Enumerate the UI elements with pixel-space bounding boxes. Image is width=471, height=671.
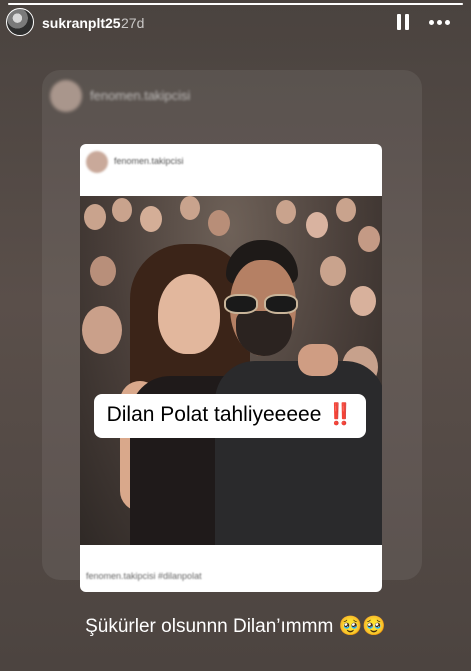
story-time: 27d <box>121 15 145 31</box>
shared-post[interactable]: fenomen.takipcisi fenomen.takipcisi #dil… <box>80 144 382 592</box>
user-avatar[interactable] <box>6 8 34 36</box>
repost-username: fenomen.takipcisi <box>90 88 191 103</box>
story-caption: Şükürler olsunnn Dilan’ımmm 🥹🥹 <box>85 616 386 637</box>
story-header: sukranplt25 27d <box>0 8 471 40</box>
overlay-text: Dilan Polat tahliyeeeee <box>106 403 322 426</box>
story-username[interactable]: sukranplt25 <box>42 15 121 31</box>
story-progress-bar <box>8 3 463 5</box>
overlay-text-banner: Dilan Polat tahliyeeeee ‼️ <box>94 394 366 438</box>
pause-icon[interactable] <box>397 14 411 32</box>
post-photo <box>80 196 382 545</box>
post-avatar <box>86 151 108 173</box>
post-header: fenomen.takipcisi <box>80 144 382 180</box>
story-progress-fill <box>8 3 463 5</box>
post-caption: fenomen.takipcisi #dilanpolat <box>86 571 202 581</box>
repost-avatar <box>50 80 82 112</box>
post-username: fenomen.takipcisi <box>114 156 184 166</box>
double-exclamation-icon: ‼️ <box>327 403 354 426</box>
more-icon[interactable] <box>427 20 451 26</box>
